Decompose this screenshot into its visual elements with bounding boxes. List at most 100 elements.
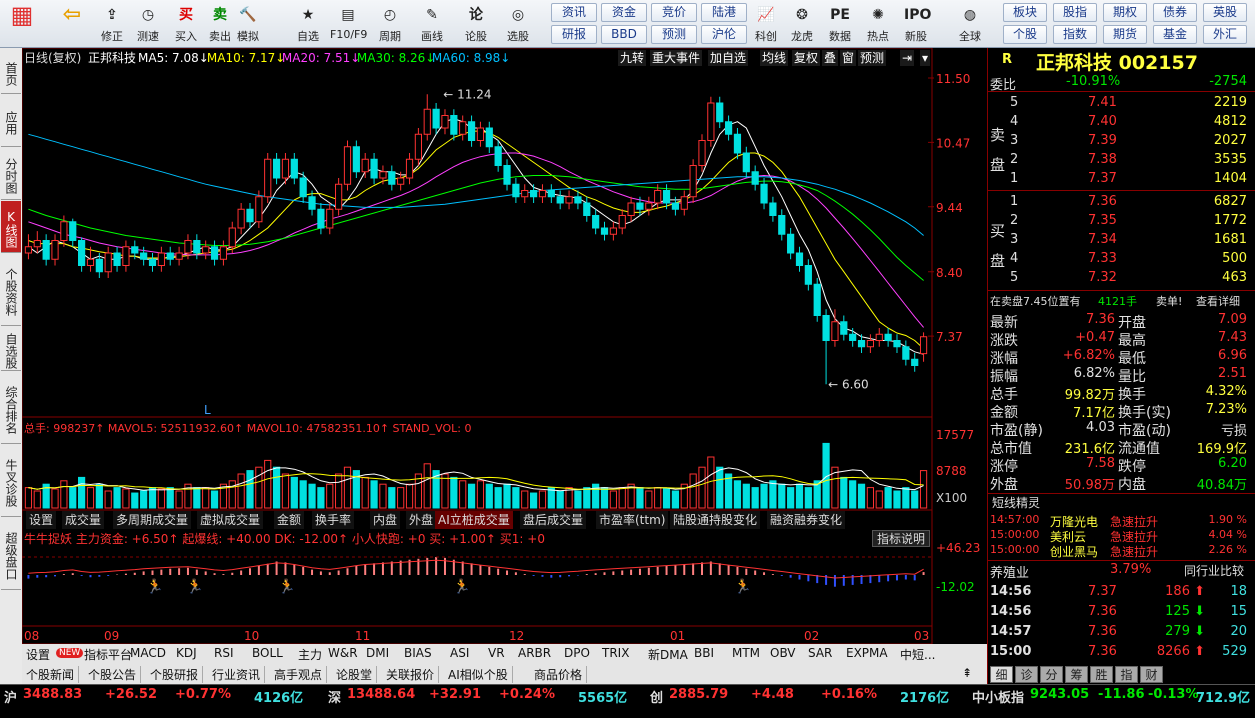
tech-tab-11[interactable]: ASI (450, 646, 469, 660)
tech-tab-2[interactable]: 指标平台 (84, 646, 132, 663)
news-tab-2[interactable]: 个股研报 (150, 666, 204, 683)
toolbar-button-11[interactable]: 论论股 (458, 0, 494, 44)
short-stock[interactable]: 创业黑马 (1050, 543, 1098, 560)
quick-button-top-3[interactable]: 陆港 (701, 3, 747, 22)
toolbar-button-1[interactable]: ⇦ (54, 0, 90, 28)
indicator-tab-3[interactable]: 虚拟成交量 (197, 511, 264, 529)
tech-tab-1[interactable]: NEW (56, 648, 84, 658)
chart-header-button-6[interactable]: 窗 (840, 50, 857, 66)
news-tab-5[interactable]: 论股堂 (336, 666, 378, 683)
tech-tab-20[interactable]: SAR (808, 646, 832, 660)
indicator-tab-10[interactable]: 市盈率(ttm) (596, 511, 669, 529)
quick-button-top-2[interactable]: 竞价 (651, 3, 697, 22)
tech-tab-9[interactable]: DMI (366, 646, 389, 660)
tech-tab-7[interactable]: 主力 (298, 646, 322, 663)
indicator-tab-8[interactable]: AI立桩成交量 (435, 511, 513, 529)
dropdown-icon[interactable]: ▾ (920, 50, 931, 66)
news-tab-6[interactable]: 关联报价 (386, 666, 440, 683)
ask-price[interactable]: 7.40 (1088, 114, 1117, 129)
ask-price[interactable]: 7.39 (1088, 133, 1117, 148)
indicator-tab-11[interactable]: 陆股通持股变化 (670, 511, 761, 529)
toolbar-button-4[interactable]: 买买入 (168, 0, 204, 44)
chart-header-button-5[interactable]: 叠 (822, 50, 839, 66)
toolbar-button-3[interactable]: ◷ 测速 (130, 0, 166, 44)
market-button-top-0[interactable]: 板块 (1003, 3, 1047, 22)
toolbar-button-17[interactable]: IPO 新股 (898, 0, 934, 44)
chart-header-button-7[interactable]: 预测 (858, 50, 887, 66)
quote-tab-0[interactable]: 细 (990, 666, 1013, 683)
indicator-tab-5[interactable]: 换手率 (312, 511, 355, 529)
toolbar-button-15[interactable]: PE 数据 (822, 0, 858, 44)
index-name[interactable]: 沪 (4, 687, 17, 706)
bid-price[interactable]: 7.33 (1088, 251, 1117, 266)
industry-name[interactable]: 养殖业 (990, 562, 1029, 581)
tech-tab-17[interactable]: BBI (694, 646, 714, 660)
tech-tab-0[interactable]: 设置 (26, 646, 50, 663)
quick-button-bottom-3[interactable]: 沪伦 (701, 25, 747, 44)
index-name[interactable]: 深 (328, 687, 341, 706)
ask-price[interactable]: 7.38 (1088, 152, 1117, 167)
chart-header-button-3[interactable]: 均线 (760, 50, 789, 66)
ask-price[interactable]: 7.37 (1088, 171, 1117, 186)
market-button-top-2[interactable]: 期权 (1103, 3, 1147, 22)
news-tab-3[interactable]: 行业资讯 (212, 666, 266, 683)
toolbar-button-2[interactable]: ⇪ 修正 (94, 0, 130, 44)
chart-header-button-1[interactable]: 重大事件 (650, 50, 703, 66)
index-name[interactable]: 中小板指 (972, 687, 1024, 706)
market-button-bottom-0[interactable]: 个股 (1003, 25, 1047, 44)
news-tab-0[interactable]: 个股新闻 (26, 666, 80, 683)
quote-tab-6[interactable]: 财 (1140, 666, 1163, 683)
market-button-top-3[interactable]: 债券 (1153, 3, 1197, 22)
quote-tab-3[interactable]: 筹 (1065, 666, 1088, 683)
left-tab-3[interactable]: K线图 (1, 201, 21, 253)
tech-tab-18[interactable]: MTM (732, 646, 760, 660)
bid-price[interactable]: 7.32 (1088, 270, 1117, 285)
indicator-tab-6[interactable]: 内盘 (370, 511, 401, 529)
quick-button-top-1[interactable]: 资金 (601, 3, 647, 22)
market-button-top-1[interactable]: 股指 (1053, 3, 1097, 22)
quick-button-top-0[interactable]: 资讯 (551, 3, 597, 22)
index-name[interactable]: 创 (650, 687, 663, 706)
indicator-tab-0[interactable]: 设置 (26, 511, 57, 529)
market-button-bottom-1[interactable]: 指数 (1053, 25, 1097, 44)
left-tab-1[interactable]: 应用 (1, 95, 21, 147)
toolbar-button-10[interactable]: ✎ 画线 (414, 0, 450, 44)
pin-icon[interactable]: ⇥ (900, 50, 915, 66)
market-button-bottom-2[interactable]: 期货 (1103, 25, 1147, 44)
left-tab-4[interactable]: 个股资料 (1, 254, 21, 326)
view-detail-link[interactable]: 查看详细 (1196, 293, 1240, 309)
tech-tab-16[interactable]: 新DMA (648, 646, 688, 663)
news-tab-7[interactable]: AI相似个股 (448, 666, 513, 683)
toolbar-button-12[interactable]: ◎ 选股 (500, 0, 536, 44)
indicator-explain-button[interactable]: 指标说明 (872, 530, 931, 547)
tech-tab-6[interactable]: BOLL (252, 646, 283, 660)
tech-tab-15[interactable]: TRIX (602, 646, 629, 660)
indicator-tab-9[interactable]: 盘后成交量 (520, 511, 587, 529)
left-tab-2[interactable]: 分时图 (1, 148, 21, 200)
quick-button-bottom-1[interactable]: BBD (601, 25, 647, 44)
indicator-tab-7[interactable]: 外盘 (406, 511, 437, 529)
toolbar-button-0[interactable]: ▦ (4, 0, 40, 28)
toolbar-button-6[interactable]: 🔨 模拟 (230, 0, 266, 44)
expand-up-icon[interactable]: ⇞ (962, 666, 972, 680)
indicator-tab-4[interactable]: 金额 (274, 511, 305, 529)
toolbar-button-8[interactable]: ▤ F10/F9 (330, 0, 367, 41)
chart-header-button-2[interactable]: 加自选 (708, 50, 749, 66)
news-tab-4[interactable]: 高手观点 (274, 666, 328, 683)
kline-chart[interactable]: 日线(复权) 正邦科技 MA5: 7.08↓MA10: 7.17↓MA20: 7.5… (22, 48, 987, 644)
tech-tab-5[interactable]: RSI (214, 646, 234, 660)
toolbar-button-9[interactable]: ◴ 周期 (372, 0, 408, 44)
toolbar-button-16[interactable]: ✺ 热点 (860, 0, 896, 44)
tech-tab-14[interactable]: DPO (564, 646, 590, 660)
quick-button-bottom-0[interactable]: 研报 (551, 25, 597, 44)
news-tab-1[interactable]: 个股公告 (88, 666, 142, 683)
left-tab-8[interactable]: 超级盘口 (1, 518, 21, 590)
tech-tab-22[interactable]: 中短... (900, 646, 935, 663)
toolbar-button-14[interactable]: ❂ 龙虎 (784, 0, 820, 44)
quick-button-bottom-2[interactable]: 预测 (651, 25, 697, 44)
left-tab-6[interactable]: 综合排名 (1, 372, 21, 444)
market-button-bottom-3[interactable]: 基金 (1153, 25, 1197, 44)
tech-tab-4[interactable]: KDJ (176, 646, 197, 660)
ask-price[interactable]: 7.41 (1088, 95, 1117, 110)
bid-price[interactable]: 7.34 (1088, 232, 1117, 247)
